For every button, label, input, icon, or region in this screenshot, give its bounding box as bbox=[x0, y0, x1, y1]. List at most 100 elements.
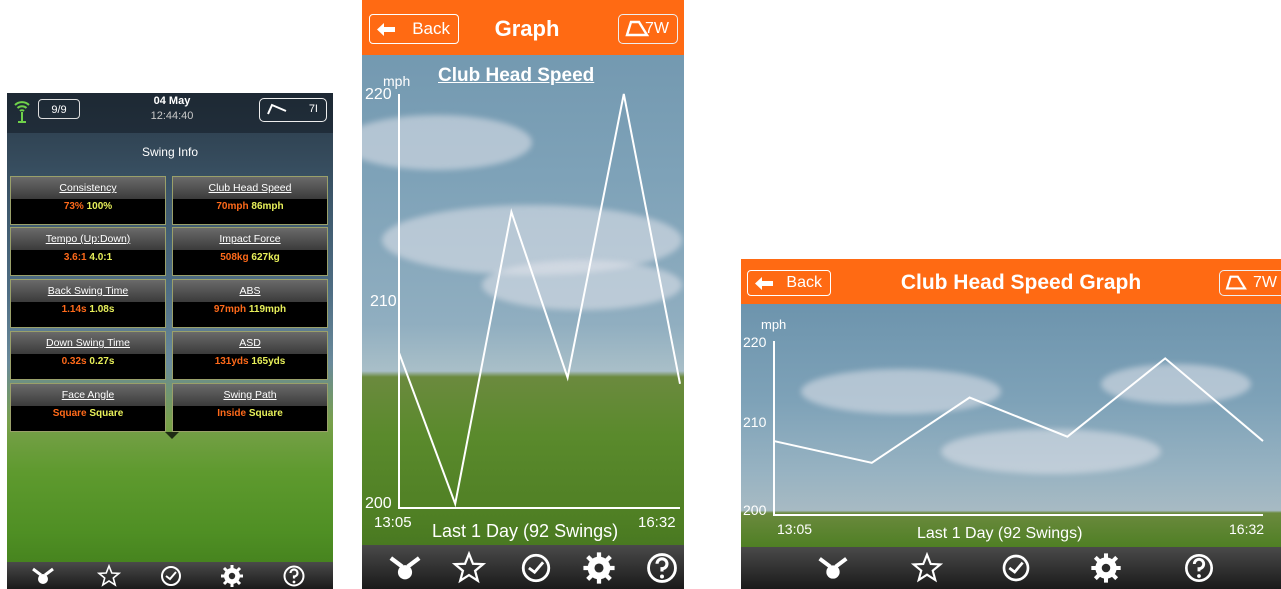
stat-tile[interactable]: Down Swing Time 0.32s 0.27s bbox=[10, 331, 166, 380]
stat-tile-header: ABS bbox=[173, 280, 327, 302]
stat-value-best: 165yds bbox=[251, 356, 286, 367]
session-date: 04 May bbox=[153, 95, 191, 107]
club-icon bbox=[267, 103, 287, 115]
session-time: 12:44:40 bbox=[150, 110, 194, 122]
stat-tile-header: Club Head Speed bbox=[173, 177, 327, 199]
stat-label: Tempo (Up:Down) bbox=[45, 233, 131, 245]
stat-values: 97mph 119mph bbox=[173, 303, 327, 317]
stat-value-current: Inside bbox=[217, 408, 247, 419]
chart-axes bbox=[398, 94, 680, 509]
stat-value-current: 0.32s bbox=[61, 356, 87, 367]
swing-tab-icon[interactable] bbox=[31, 565, 55, 587]
stat-values: 73% 100% bbox=[11, 200, 165, 214]
stat-tile[interactable]: Consistency 73% 100% bbox=[10, 176, 166, 225]
stat-tile[interactable]: Face Angle Square Square bbox=[10, 383, 166, 432]
stat-label: Impact Force bbox=[219, 233, 281, 245]
stat-value-current: 131yds bbox=[214, 356, 249, 367]
stat-label: Face Angle bbox=[61, 389, 115, 401]
y-tick-210: 210 bbox=[370, 293, 397, 310]
stat-values: 508kg 627kg bbox=[173, 251, 327, 265]
y-tick-220: 220 bbox=[743, 334, 767, 350]
speed-series-line bbox=[773, 357, 1264, 464]
stat-label: Club Head Speed bbox=[208, 182, 292, 194]
stat-label: Swing Path bbox=[223, 389, 277, 401]
stat-tile-header: Tempo (Up:Down) bbox=[11, 228, 165, 250]
settings-gear-icon[interactable] bbox=[220, 564, 244, 588]
stat-value-current: 1.14s bbox=[61, 304, 87, 315]
settings-gear-icon[interactable] bbox=[582, 551, 616, 585]
stat-value-current: 3.6:1 bbox=[63, 252, 87, 263]
stat-tile-header: ASD bbox=[173, 332, 327, 354]
swing-tab-icon[interactable] bbox=[817, 553, 849, 583]
stat-tile-header: Swing Path bbox=[173, 384, 327, 406]
stat-value-best: 119mph bbox=[248, 304, 287, 315]
page-title: Swing Info bbox=[141, 145, 199, 159]
tab-bar bbox=[7, 562, 333, 589]
y-tick-200: 200 bbox=[365, 495, 392, 512]
stat-label: Down Swing Time bbox=[45, 337, 131, 349]
chart-axes bbox=[773, 341, 1263, 516]
speed-series-line bbox=[398, 93, 681, 508]
status-bar: 9/9 04 May 12:44:40 7I bbox=[7, 93, 333, 133]
star-icon[interactable] bbox=[452, 551, 486, 585]
stat-values: 0.32s 0.27s bbox=[11, 355, 165, 369]
stat-tile-header: Back Swing Time bbox=[11, 280, 165, 302]
pointer-notch bbox=[165, 432, 179, 439]
stat-tile[interactable]: Impact Force 508kg 627kg bbox=[172, 227, 328, 276]
stat-value-current: 97mph bbox=[213, 304, 247, 315]
stat-values: Square Square bbox=[11, 407, 165, 421]
help-icon[interactable] bbox=[1183, 552, 1215, 584]
stat-tile[interactable]: ASD 131yds 165yds bbox=[172, 331, 328, 380]
stat-values: 3.6:1 4.0:1 bbox=[11, 251, 165, 265]
tab-bar bbox=[362, 545, 684, 589]
stat-label: ABS bbox=[239, 285, 261, 297]
stat-value-best: 1.08s bbox=[89, 304, 115, 315]
history-icon[interactable] bbox=[519, 551, 553, 585]
help-icon[interactable] bbox=[645, 551, 679, 585]
stat-tile-header: Consistency bbox=[11, 177, 165, 199]
swing-count-badge[interactable]: 9/9 bbox=[38, 99, 80, 119]
x-axis-footer: Last 1 Day (92 Swings) bbox=[917, 525, 1083, 542]
stat-value-best: Square bbox=[248, 408, 283, 419]
stat-value-best: 86mph bbox=[251, 201, 284, 212]
graph-screen-portrait: Back Graph 7W mph Club Head Speed 220 21… bbox=[362, 0, 684, 589]
star-icon[interactable] bbox=[911, 552, 943, 584]
club-selector-button[interactable]: 7I bbox=[259, 98, 327, 122]
stat-tile[interactable]: Club Head Speed 70mph 86mph bbox=[172, 176, 328, 225]
tab-bar bbox=[741, 547, 1281, 589]
stat-label: Back Swing Time bbox=[47, 285, 129, 297]
y-tick-200: 200 bbox=[743, 502, 767, 518]
club-label: 7I bbox=[308, 103, 318, 115]
graph-screen-landscape: Back Club Head Speed Graph 7W mph 220 21… bbox=[741, 259, 1281, 589]
x-end-label: 16:32 bbox=[638, 514, 676, 531]
stat-tile[interactable]: Back Swing Time 1.14s 1.08s bbox=[10, 279, 166, 328]
stat-value-best: 627kg bbox=[251, 252, 280, 263]
stat-tile-header: Face Angle bbox=[11, 384, 165, 406]
stat-tile[interactable]: Tempo (Up:Down) 3.6:1 4.0:1 bbox=[10, 227, 166, 276]
settings-gear-icon[interactable] bbox=[1090, 552, 1122, 584]
stat-value-current: Square bbox=[52, 408, 87, 419]
stat-values: 70mph 86mph bbox=[173, 200, 327, 214]
x-start-label: 13:05 bbox=[374, 514, 412, 531]
stat-tile[interactable]: Swing Path Inside Square bbox=[172, 383, 328, 432]
history-icon[interactable] bbox=[1000, 552, 1032, 584]
stat-values: 1.14s 1.08s bbox=[11, 303, 165, 317]
stat-value-best: 4.0:1 bbox=[89, 252, 113, 263]
stat-value-current: 508kg bbox=[220, 252, 249, 263]
swing-info-screen: 9/9 04 May 12:44:40 7I Swing Info Consis… bbox=[7, 93, 333, 589]
stat-values: Inside Square bbox=[173, 407, 327, 421]
stat-value-current: 73% bbox=[63, 201, 84, 212]
x-axis-footer: Last 1 Day (92 Swings) bbox=[432, 521, 619, 541]
stat-tile[interactable]: ABS 97mph 119mph bbox=[172, 279, 328, 328]
stat-value-best: Square bbox=[89, 408, 124, 419]
stat-value-current: 70mph bbox=[216, 201, 249, 212]
help-icon[interactable] bbox=[282, 564, 306, 588]
speed-chart bbox=[398, 93, 681, 509]
history-icon[interactable] bbox=[159, 564, 183, 588]
star-icon[interactable] bbox=[97, 564, 121, 588]
signal-icon bbox=[14, 101, 30, 123]
stat-value-best: 100% bbox=[86, 201, 113, 212]
y-tick-220: 220 bbox=[365, 86, 392, 103]
x-end-label: 16:32 bbox=[1229, 521, 1265, 537]
swing-tab-icon[interactable] bbox=[388, 552, 422, 584]
